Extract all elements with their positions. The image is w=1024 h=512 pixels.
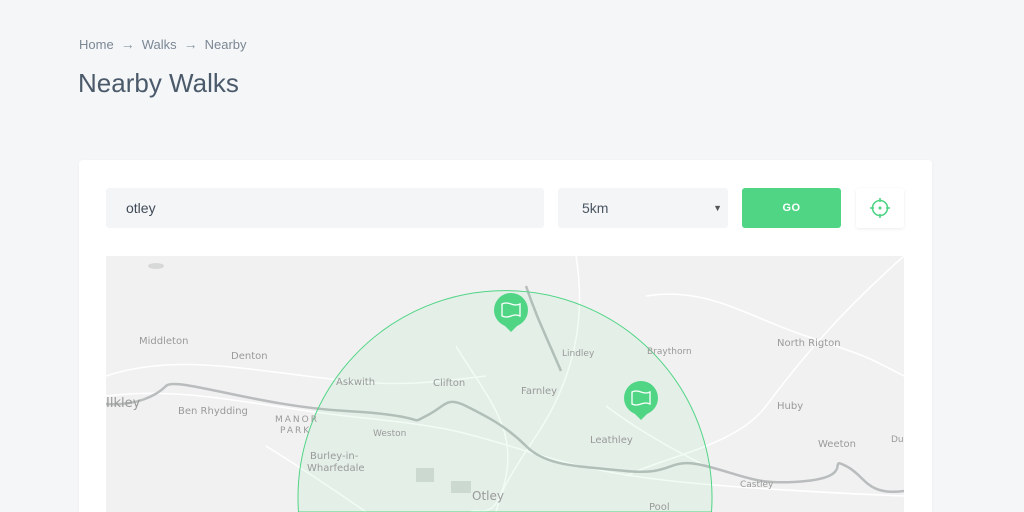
map-label: Clifton xyxy=(433,378,465,389)
caret-down-icon: ▼ xyxy=(713,203,722,213)
location-search-input[interactable] xyxy=(106,188,544,228)
map-label: Ben Rhydding xyxy=(178,406,248,417)
arrow-right-icon: → xyxy=(120,36,135,52)
breadcrumb: Home → Walks → Nearby xyxy=(79,36,247,52)
crosshair-icon xyxy=(870,198,890,218)
locate-me-button[interactable] xyxy=(856,188,904,228)
map-label: Weeton xyxy=(818,439,856,450)
page-title: Nearby Walks xyxy=(78,68,239,98)
map-label: Weston xyxy=(373,429,406,439)
map-label: North Rigton xyxy=(777,338,841,349)
go-button[interactable]: GO xyxy=(742,188,841,228)
map-label: MANOR xyxy=(275,415,319,425)
nearby-card: 5km ▼ GO Middleton xyxy=(79,160,932,512)
arrow-right-icon: → xyxy=(183,36,198,52)
map-label: Lindley xyxy=(562,349,595,359)
map-label: Du xyxy=(891,435,904,445)
radius-value: 5km xyxy=(582,200,609,216)
breadcrumb-walks[interactable]: Walks xyxy=(142,37,177,52)
map-label: Pool xyxy=(649,502,670,512)
map-label: Castley xyxy=(740,480,774,490)
map-label: Farnley xyxy=(521,386,557,397)
map-label: Askwith xyxy=(336,377,375,388)
map-label: Middleton xyxy=(139,336,188,347)
map-label: Wharfedale xyxy=(307,463,365,474)
map[interactable]: Middleton Denton Askwith Clifton Farnley… xyxy=(106,256,904,512)
map-label: Denton xyxy=(231,351,268,362)
map-label: Braythorn xyxy=(647,347,692,357)
map-label: Leathley xyxy=(590,435,633,446)
map-label: PARK xyxy=(280,426,311,436)
map-label: Burley-in- xyxy=(310,451,359,462)
map-label: Ilkley xyxy=(106,396,141,411)
map-label: Otley xyxy=(472,489,504,503)
breadcrumb-nearby: Nearby xyxy=(204,36,247,52)
breadcrumb-home[interactable]: Home xyxy=(79,37,114,52)
radius-select[interactable]: 5km ▼ xyxy=(558,188,728,228)
map-label: Huby xyxy=(777,401,803,412)
